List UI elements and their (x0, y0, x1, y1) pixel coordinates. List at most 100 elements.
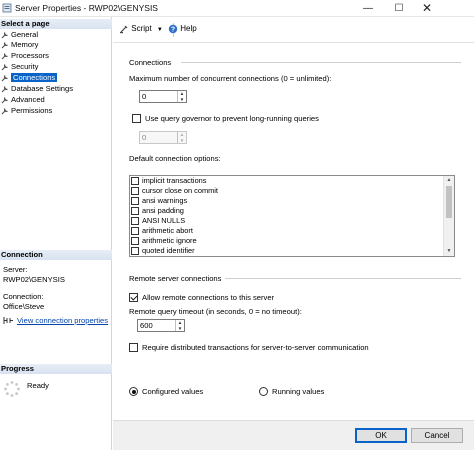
page-item-general[interactable]: General (1, 30, 101, 40)
wrench-icon (1, 108, 8, 115)
cancel-button[interactable]: Cancel (411, 428, 463, 443)
wrench-icon (1, 97, 8, 104)
page-item-permissions[interactable]: Permissions (1, 106, 101, 116)
maximize-button[interactable]: ☐ (384, 0, 414, 17)
page-item-label: Connections (11, 73, 58, 82)
allow-remote-label: Allow remote connections to this server (142, 293, 275, 302)
option-label: quoted identifier (142, 246, 195, 255)
query-governor-value: 0 (142, 133, 147, 142)
option-checkbox[interactable] (131, 247, 139, 255)
page-item-connections[interactable]: Connections (1, 73, 101, 83)
close-button[interactable]: ✕ (412, 0, 442, 17)
option-checkbox[interactable] (131, 187, 139, 195)
help-icon: ? (168, 24, 178, 34)
server-value: RWP02\GENYSIS (3, 275, 65, 284)
option-label: ansi warnings (142, 196, 188, 205)
connections-group-label: Connections (129, 58, 172, 67)
chevron-down-icon: ▼ (156, 27, 163, 34)
list-item[interactable]: ansi warnings (130, 196, 440, 206)
option-label: arithmetic abort (142, 226, 193, 235)
select-page-header: Select a page (0, 19, 112, 29)
scrollbar-thumb[interactable] (446, 186, 452, 218)
distributed-transactions-checkbox[interactable] (129, 343, 138, 352)
list-item[interactable]: ansi padding (130, 206, 440, 216)
ok-button[interactable]: OK (355, 428, 407, 443)
script-label: Script (131, 24, 152, 34)
list-item[interactable]: ANSI NULLS (130, 216, 440, 226)
help-button[interactable]: ? Help (168, 24, 197, 34)
page-item-memory[interactable]: Memory (1, 40, 101, 50)
running-values-label: Running values (272, 387, 325, 396)
default-options-label: Default connection options: (129, 154, 221, 163)
main-pane: Script ▼ ? Help Connections Maximum numb… (113, 17, 474, 450)
running-values-radio[interactable] (259, 387, 268, 396)
wrench-icon (1, 86, 8, 93)
progress-status: Ready (27, 381, 49, 390)
option-label: implicit transactions (142, 176, 207, 185)
dialog-button-bar: OK Cancel (113, 420, 474, 450)
configured-values-radio[interactable] (129, 387, 138, 396)
page-item-label: Memory (11, 40, 39, 49)
page-item-processors[interactable]: Processors (1, 51, 101, 61)
list-item[interactable]: quoted identifier (130, 246, 440, 256)
option-label: cursor close on commit (142, 186, 218, 195)
wrench-icon (1, 32, 8, 39)
stepper-buttons[interactable]: ▲ ▼ (175, 320, 184, 331)
help-label: Help (180, 24, 197, 34)
max-concurrent-label: Maximum number of concurrent connections… (129, 74, 332, 83)
server-properties-icon (2, 3, 12, 13)
svg-text:?: ? (171, 27, 175, 34)
query-governor-checkbox[interactable] (132, 114, 141, 123)
page-item-label: Permissions (11, 106, 53, 115)
view-connection-properties-link[interactable]: View connection properties (17, 316, 108, 325)
default-options-list[interactable]: implicit transactions cursor close on co… (129, 175, 455, 257)
connection-value: Office\Steve (3, 302, 45, 311)
configured-values-label: Configured values (142, 387, 204, 396)
divider (225, 278, 461, 279)
list-item[interactable]: implicit transactions (130, 176, 440, 186)
remote-timeout-stepper[interactable]: 600 ▲ ▼ (137, 319, 185, 332)
option-label: ANSI NULLS (142, 216, 186, 225)
divider (181, 62, 461, 63)
minimize-button[interactable]: — (353, 0, 383, 17)
connection-properties-icon (3, 317, 13, 324)
left-pane: Select a page General Memory Processors … (0, 17, 112, 450)
remote-timeout-label: Remote query timeout (in seconds, 0 = no… (129, 307, 302, 316)
page-item-advanced[interactable]: Advanced (1, 95, 101, 105)
option-checkbox[interactable] (131, 207, 139, 215)
max-concurrent-stepper[interactable]: 0 ▲ ▼ (139, 90, 187, 103)
remote-group-label: Remote server connections (129, 274, 222, 283)
wrench-icon (1, 53, 8, 60)
option-label: arithmetic ignore (142, 236, 197, 245)
list-item[interactable]: cursor close on commit (130, 186, 440, 196)
wrench-icon (1, 75, 8, 82)
list-item[interactable]: arithmetic ignore (130, 236, 440, 246)
option-checkbox[interactable] (131, 227, 139, 235)
page-item-label: Security (11, 62, 39, 71)
max-concurrent-value: 0 (142, 92, 147, 101)
stepper-buttons[interactable]: ▲ ▼ (177, 91, 186, 102)
distributed-transactions-label: Require distributed transactions for ser… (142, 343, 369, 352)
progress-spinner-icon (4, 381, 20, 397)
option-checkbox[interactable] (131, 217, 139, 225)
option-checkbox[interactable] (131, 237, 139, 245)
option-checkbox[interactable] (131, 177, 139, 185)
page-item-security[interactable]: Security (1, 62, 101, 72)
wrench-icon (1, 42, 8, 49)
page-item-label: Processors (11, 51, 49, 60)
scroll-down-icon[interactable]: ▼ (444, 247, 454, 256)
scroll-up-icon[interactable]: ▲ (444, 176, 454, 185)
query-governor-stepper[interactable]: 0 ▲ ▼ (139, 131, 187, 144)
stepper-buttons[interactable]: ▲ ▼ (177, 132, 186, 143)
arrow-down-icon: ▼ (179, 137, 185, 143)
options-scrollbar[interactable]: ▲ ▼ (443, 176, 454, 256)
script-button[interactable]: Script ▼ (119, 24, 163, 34)
allow-remote-checkbox[interactable] (129, 293, 138, 302)
option-checkbox[interactable] (131, 197, 139, 205)
connection-header: Connection (0, 250, 112, 260)
title-bar: Server Properties - RWP02\GENYSIS — ☐ ✕ (0, 0, 474, 17)
list-item[interactable]: arithmetic abort (130, 226, 440, 236)
arrow-down-icon: ▼ (179, 96, 185, 102)
page-item-database-settings[interactable]: Database Settings (1, 84, 101, 94)
toolbar: Script ▼ ? Help (113, 17, 474, 43)
